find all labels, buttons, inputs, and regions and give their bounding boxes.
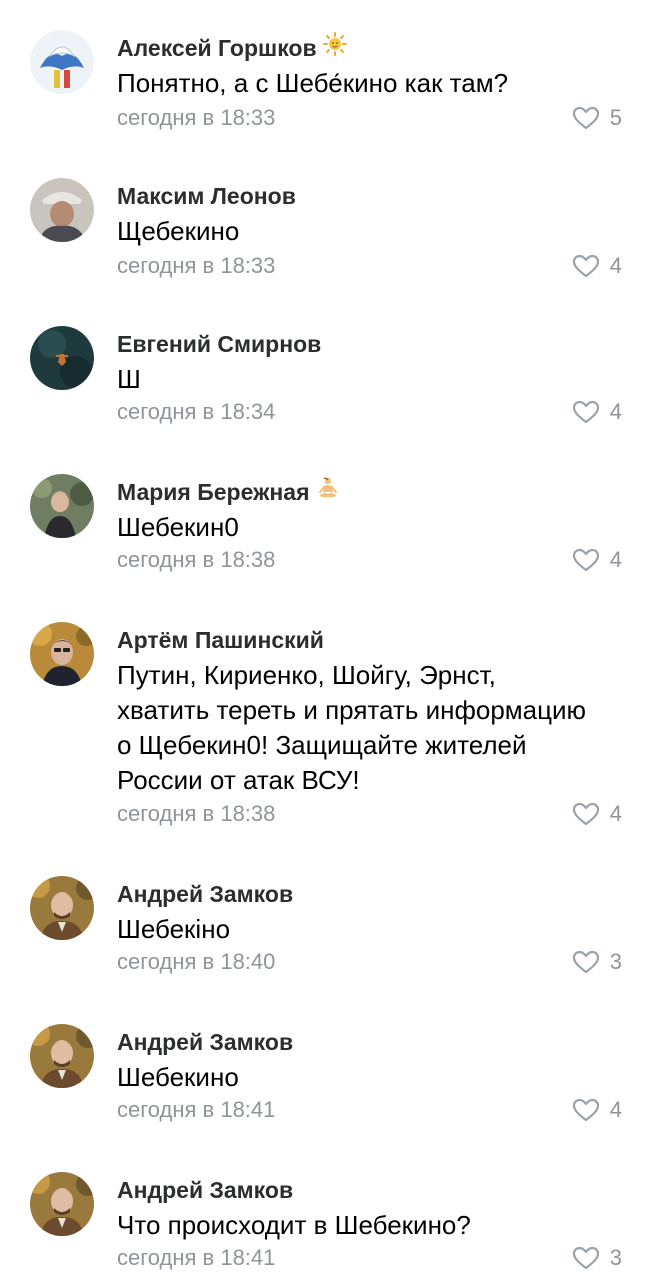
- comment-time[interactable]: сегодня в 18:33: [117, 252, 275, 280]
- avatar[interactable]: [30, 1172, 94, 1236]
- author-name-text[interactable]: Алексей Горшков: [117, 35, 317, 61]
- like-count: 5: [609, 105, 622, 130]
- author-name[interactable]: Алексей Горшков: [117, 32, 347, 63]
- meditating-person-icon: [316, 476, 340, 507]
- comment-text: Щебекино: [117, 214, 627, 249]
- author-name[interactable]: Евгений Смирнов: [117, 329, 321, 359]
- like-count: 4: [609, 547, 622, 572]
- author-name[interactable]: Артём Пашинский: [117, 625, 324, 655]
- comment-time[interactable]: сегодня в 18:33: [117, 104, 275, 132]
- comment-time[interactable]: сегодня в 18:34: [117, 398, 275, 426]
- heart-icon: [572, 400, 599, 424]
- comment-text: Шебекіно: [117, 912, 627, 947]
- like-count: 3: [609, 949, 622, 974]
- avatar[interactable]: [30, 1024, 94, 1088]
- comment-time[interactable]: сегодня в 18:40: [117, 948, 275, 976]
- comment-text-line: Щебекино: [117, 216, 240, 246]
- comment-text: Путин, Кириенко, Шойгу, Эрнст, хватить т…: [117, 658, 627, 798]
- comment-text-line: хватить тереть и прятать информацию: [117, 695, 587, 725]
- heart-icon: [572, 106, 599, 130]
- author-name-text[interactable]: Мария Бережная: [117, 479, 310, 505]
- like-button[interactable]: 3: [572, 1244, 622, 1272]
- like-button[interactable]: 3: [572, 948, 622, 976]
- author-name[interactable]: Андрей Замков: [117, 1175, 293, 1205]
- heart-icon: [572, 950, 599, 974]
- comment-text: Шебекин0: [117, 510, 627, 545]
- author-name[interactable]: Мария Бережная: [117, 477, 340, 507]
- sun-icon: [322, 32, 347, 63]
- comment-text: Ш: [117, 362, 627, 397]
- comment-text-line: Шебекино: [117, 1062, 239, 1092]
- author-name[interactable]: Андрей Замков: [117, 879, 293, 909]
- author-name[interactable]: Андрей Замков: [117, 1027, 293, 1057]
- comment-text-line: Что происходит в Шебекино?: [117, 1210, 471, 1240]
- like-button[interactable]: 4: [572, 398, 622, 426]
- comment-text-line: Ш: [117, 364, 141, 394]
- comment-text: Понятно, а с Шебе́кино как там?: [117, 66, 627, 101]
- comment-text-line: Шебекіно: [117, 914, 231, 944]
- like-button[interactable]: 4: [572, 252, 622, 280]
- like-count: 4: [609, 1097, 622, 1122]
- heart-icon: [572, 548, 599, 572]
- like-button[interactable]: 5: [572, 104, 622, 132]
- comment-text-line: Шебекин0: [117, 512, 239, 542]
- heart-icon: [572, 1098, 599, 1122]
- comment-text: Что происходит в Шебекино?: [117, 1208, 627, 1243]
- comment-time[interactable]: сегодня в 18:38: [117, 800, 275, 828]
- comment-text: Шебекино: [117, 1060, 627, 1095]
- comment-text-line: России от атак ВСУ!: [117, 765, 360, 795]
- heart-icon: [572, 802, 599, 826]
- avatar[interactable]: [30, 178, 94, 242]
- like-count: 4: [609, 801, 622, 826]
- comment-text-line: Путин, Кириенко, Шойгу, Эрнст,: [117, 660, 496, 690]
- comment-text-line: Понятно, а с Шебе́кино как там?: [117, 68, 509, 98]
- like-count: 4: [609, 399, 622, 424]
- like-button[interactable]: 4: [572, 800, 622, 828]
- avatar[interactable]: [30, 474, 94, 538]
- comment-time[interactable]: сегодня в 18:41: [117, 1096, 275, 1124]
- author-name[interactable]: Максим Леонов: [117, 181, 296, 211]
- heart-icon: [572, 254, 599, 278]
- avatar[interactable]: [30, 30, 94, 94]
- comment-time[interactable]: сегодня в 18:41: [117, 1244, 275, 1272]
- like-count: 4: [609, 253, 622, 278]
- like-button[interactable]: 4: [572, 1096, 622, 1124]
- like-count: 3: [609, 1245, 622, 1270]
- like-button[interactable]: 4: [572, 546, 622, 574]
- avatar[interactable]: [30, 876, 94, 940]
- avatar[interactable]: [30, 326, 94, 390]
- avatar[interactable]: [30, 622, 94, 686]
- heart-icon: [572, 1246, 599, 1270]
- comment-time[interactable]: сегодня в 18:38: [117, 546, 275, 574]
- comment-text-line: о Щебекин0! Защищайте жителей: [117, 730, 527, 760]
